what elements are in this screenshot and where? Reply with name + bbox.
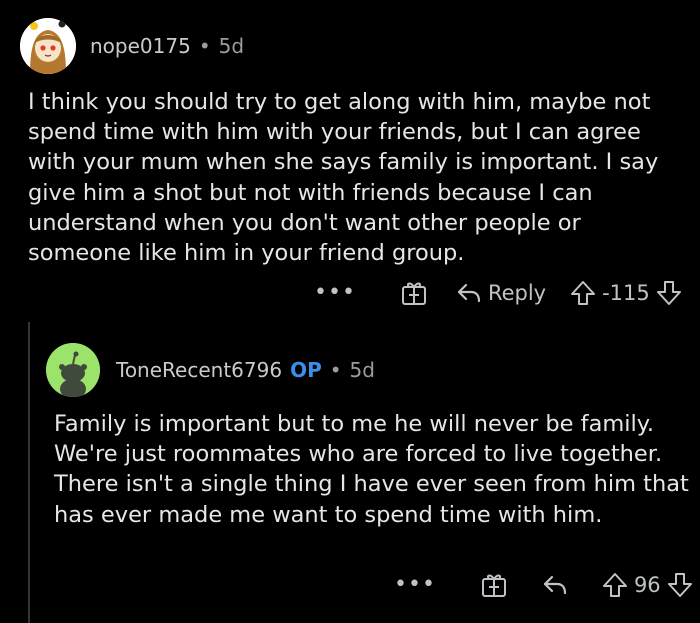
reply-button[interactable] bbox=[542, 574, 568, 596]
reply-arrow-icon bbox=[457, 283, 481, 303]
upvote-arrow-icon bbox=[571, 281, 596, 305]
comment-header: ToneRecent6796 OP • 5d bbox=[46, 342, 375, 398]
user-avatar[interactable] bbox=[20, 18, 76, 74]
upvote-button[interactable] bbox=[602, 572, 628, 598]
reply-button[interactable]: Reply bbox=[456, 281, 546, 305]
reply-label: Reply bbox=[487, 281, 547, 305]
meta-separator: • bbox=[329, 358, 342, 382]
comment-actions: ••• Reply -115 bbox=[314, 278, 682, 308]
gift-icon bbox=[401, 282, 426, 305]
vote-score: -115 bbox=[602, 281, 650, 305]
username[interactable]: ToneRecent6796 bbox=[116, 358, 282, 382]
downvote-button[interactable] bbox=[667, 572, 693, 598]
upvote-button[interactable] bbox=[570, 280, 596, 306]
upvote-arrow-icon bbox=[602, 573, 627, 597]
more-options-button[interactable]: ••• bbox=[314, 282, 356, 304]
username[interactable]: nope0175 bbox=[90, 34, 191, 58]
award-button[interactable] bbox=[480, 572, 508, 598]
user-avatar[interactable] bbox=[46, 343, 100, 397]
comment-age: 5d bbox=[218, 34, 245, 58]
comment-header: nope0175 • 5d bbox=[20, 14, 244, 78]
more-options-button[interactable]: ••• bbox=[394, 574, 436, 596]
snoo-avatar-icon bbox=[46, 343, 100, 397]
thread-line[interactable] bbox=[28, 322, 30, 623]
meta-separator: • bbox=[198, 34, 211, 58]
comment-actions: ••• 96 bbox=[394, 568, 693, 602]
gift-icon bbox=[481, 574, 506, 597]
downvote-arrow-icon bbox=[667, 573, 692, 597]
op-badge: OP bbox=[290, 358, 322, 382]
vote-score: 96 bbox=[633, 573, 661, 597]
downvote-button[interactable] bbox=[656, 280, 682, 306]
comment-body: Family is important but to me he will ne… bbox=[54, 411, 689, 528]
avatar-anime-icon bbox=[20, 18, 76, 74]
downvote-arrow-icon bbox=[656, 281, 681, 305]
reply-arrow-icon bbox=[543, 575, 567, 595]
comment-age: 5d bbox=[349, 358, 375, 382]
award-button[interactable] bbox=[400, 280, 428, 306]
comment-body: I think you should try to get along with… bbox=[28, 89, 659, 267]
